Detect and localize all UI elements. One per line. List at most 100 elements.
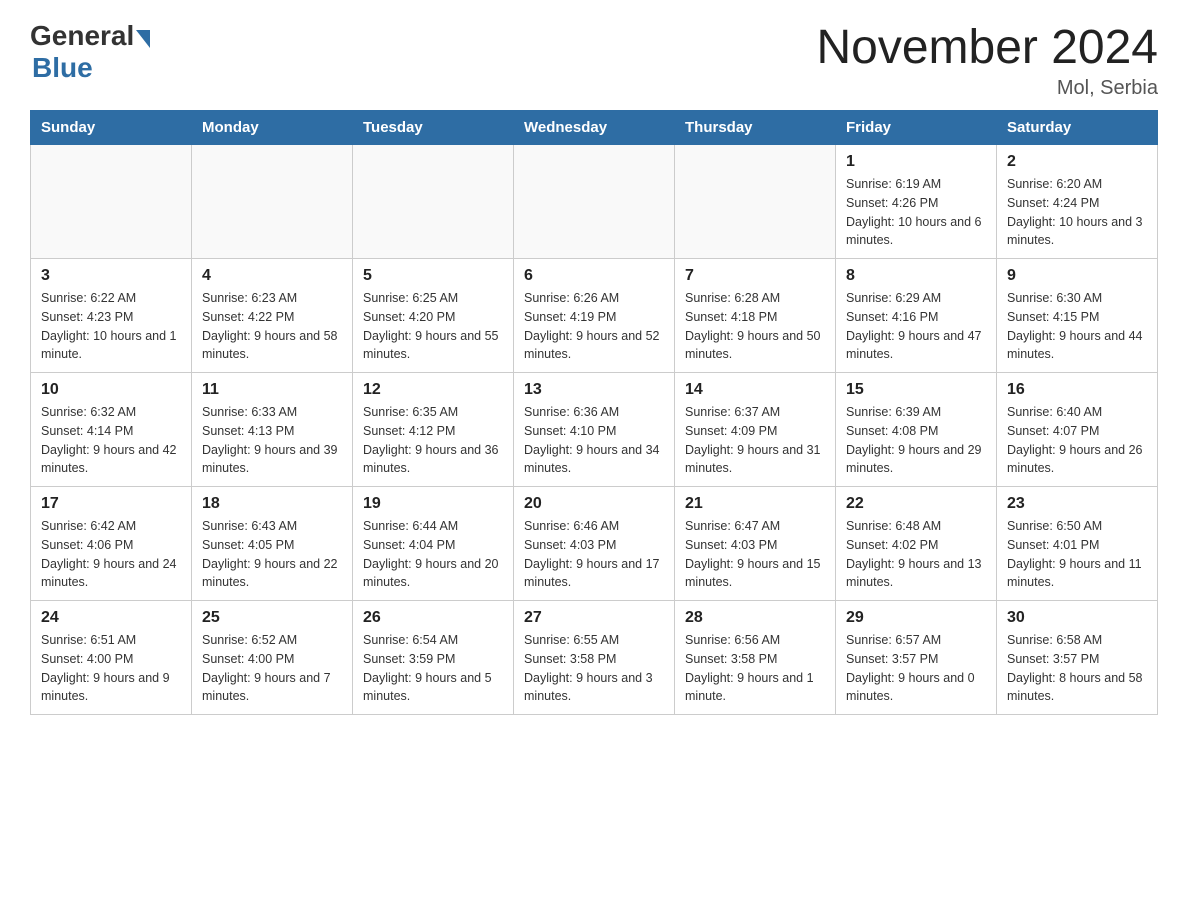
calendar-cell: 21 Sunrise: 6:47 AM Sunset: 4:03 PM Dayli…: [675, 487, 836, 601]
day-number: 15: [846, 381, 986, 399]
calendar-cell: 6 Sunrise: 6:26 AM Sunset: 4:19 PM Daylig…: [514, 259, 675, 373]
day-info: Sunrise: 6:36 AM Sunset: 4:10 PM Dayligh…: [524, 403, 664, 478]
calendar-cell: 19Sunrise: 6:44 AM Sunset: 4:04 PM Dayli…: [353, 487, 514, 601]
day-number: 26: [363, 609, 503, 627]
location-title: Mol, Serbia: [816, 77, 1158, 100]
day-info: Sunrise: 6:26 AM Sunset: 4:19 PM Dayligh…: [524, 289, 664, 364]
day-info: Sunrise: 6:46 AM Sunset: 4:03 PM Dayligh…: [524, 517, 664, 592]
day-number: 16: [1007, 381, 1147, 399]
weekday-header-sunday: Sunday: [31, 111, 192, 145]
day-number: 18: [202, 495, 342, 513]
day-number: 12: [363, 381, 503, 399]
calendar-cell: 29 Sunrise: 6:57 AM Sunset: 3:57 PM Dayli…: [836, 601, 997, 715]
day-info: Sunrise: 6:39 AM Sunset: 4:08 PM Dayligh…: [846, 403, 986, 478]
day-info: Sunrise: 6:19 AM Sunset: 4:26 PM Dayligh…: [846, 175, 986, 250]
day-number: 30: [1007, 609, 1147, 627]
page-header: General Blue November 2024 Mol, Serbia: [30, 20, 1158, 100]
day-number: 25: [202, 609, 342, 627]
weekday-header-monday: Monday: [192, 111, 353, 145]
month-title: November 2024: [816, 20, 1158, 75]
calendar-week-3: 10Sunrise: 6:32 AM Sunset: 4:14 PM Dayli…: [31, 373, 1158, 487]
calendar-cell: 11 Sunrise: 6:33 AM Sunset: 4:13 PM Dayli…: [192, 373, 353, 487]
title-block: November 2024 Mol, Serbia: [816, 20, 1158, 100]
calendar-cell: 20 Sunrise: 6:46 AM Sunset: 4:03 PM Dayli…: [514, 487, 675, 601]
calendar-table: SundayMondayTuesdayWednesdayThursdayFrid…: [30, 110, 1158, 715]
day-info: Sunrise: 6:50 AM Sunset: 4:01 PM Dayligh…: [1007, 517, 1147, 592]
day-number: 28: [685, 609, 825, 627]
day-number: 23: [1007, 495, 1147, 513]
day-number: 20: [524, 495, 664, 513]
day-info: Sunrise: 6:23 AM Sunset: 4:22 PM Dayligh…: [202, 289, 342, 364]
calendar-cell: 5Sunrise: 6:25 AM Sunset: 4:20 PM Daylig…: [353, 259, 514, 373]
calendar-cell: [353, 145, 514, 259]
logo-arrow-icon: [136, 30, 150, 48]
day-number: 21: [685, 495, 825, 513]
calendar-cell: 1 Sunrise: 6:19 AM Sunset: 4:26 PM Daylig…: [836, 145, 997, 259]
day-number: 6: [524, 267, 664, 285]
day-info: Sunrise: 6:54 AM Sunset: 3:59 PM Dayligh…: [363, 631, 503, 706]
day-number: 8: [846, 267, 986, 285]
calendar-cell: 4 Sunrise: 6:23 AM Sunset: 4:22 PM Daylig…: [192, 259, 353, 373]
calendar-cell: [31, 145, 192, 259]
calendar-cell: 28 Sunrise: 6:56 AM Sunset: 3:58 PM Dayli…: [675, 601, 836, 715]
day-info: Sunrise: 6:40 AM Sunset: 4:07 PM Dayligh…: [1007, 403, 1147, 478]
day-info: Sunrise: 6:30 AM Sunset: 4:15 PM Dayligh…: [1007, 289, 1147, 364]
calendar-cell: [192, 145, 353, 259]
calendar-cell: 8 Sunrise: 6:29 AM Sunset: 4:16 PM Daylig…: [836, 259, 997, 373]
day-number: 22: [846, 495, 986, 513]
calendar-cell: 7Sunrise: 6:28 AM Sunset: 4:18 PM Daylig…: [675, 259, 836, 373]
day-number: 27: [524, 609, 664, 627]
calendar-cell: 27 Sunrise: 6:55 AM Sunset: 3:58 PM Dayli…: [514, 601, 675, 715]
calendar-cell: [675, 145, 836, 259]
day-info: Sunrise: 6:51 AM Sunset: 4:00 PM Dayligh…: [41, 631, 181, 706]
calendar-cell: 22Sunrise: 6:48 AM Sunset: 4:02 PM Dayli…: [836, 487, 997, 601]
calendar-week-2: 3Sunrise: 6:22 AM Sunset: 4:23 PM Daylig…: [31, 259, 1158, 373]
day-info: Sunrise: 6:20 AM Sunset: 4:24 PM Dayligh…: [1007, 175, 1147, 250]
day-number: 29: [846, 609, 986, 627]
weekday-header-thursday: Thursday: [675, 111, 836, 145]
calendar-cell: 30 Sunrise: 6:58 AM Sunset: 3:57 PM Dayli…: [997, 601, 1158, 715]
day-info: Sunrise: 6:29 AM Sunset: 4:16 PM Dayligh…: [846, 289, 986, 364]
calendar-cell: 26 Sunrise: 6:54 AM Sunset: 3:59 PM Dayli…: [353, 601, 514, 715]
day-info: Sunrise: 6:55 AM Sunset: 3:58 PM Dayligh…: [524, 631, 664, 706]
day-info: Sunrise: 6:25 AM Sunset: 4:20 PM Dayligh…: [363, 289, 503, 364]
day-info: Sunrise: 6:33 AM Sunset: 4:13 PM Dayligh…: [202, 403, 342, 478]
day-number: 2: [1007, 153, 1147, 171]
day-info: Sunrise: 6:47 AM Sunset: 4:03 PM Dayligh…: [685, 517, 825, 592]
calendar-cell: 24Sunrise: 6:51 AM Sunset: 4:00 PM Dayli…: [31, 601, 192, 715]
day-number: 4: [202, 267, 342, 285]
logo-blue-text: Blue: [32, 52, 93, 84]
day-number: 13: [524, 381, 664, 399]
calendar-cell: 15 Sunrise: 6:39 AM Sunset: 4:08 PM Dayli…: [836, 373, 997, 487]
calendar-cell: 14 Sunrise: 6:37 AM Sunset: 4:09 PM Dayli…: [675, 373, 836, 487]
day-info: Sunrise: 6:56 AM Sunset: 3:58 PM Dayligh…: [685, 631, 825, 706]
day-number: 14: [685, 381, 825, 399]
day-info: Sunrise: 6:57 AM Sunset: 3:57 PM Dayligh…: [846, 631, 986, 706]
calendar-cell: 2 Sunrise: 6:20 AM Sunset: 4:24 PM Daylig…: [997, 145, 1158, 259]
calendar-week-4: 17 Sunrise: 6:42 AM Sunset: 4:06 PM Dayli…: [31, 487, 1158, 601]
calendar-cell: 23 Sunrise: 6:50 AM Sunset: 4:01 PM Dayli…: [997, 487, 1158, 601]
day-number: 17: [41, 495, 181, 513]
day-info: Sunrise: 6:58 AM Sunset: 3:57 PM Dayligh…: [1007, 631, 1147, 706]
calendar-cell: 13 Sunrise: 6:36 AM Sunset: 4:10 PM Dayli…: [514, 373, 675, 487]
calendar-cell: 17 Sunrise: 6:42 AM Sunset: 4:06 PM Dayli…: [31, 487, 192, 601]
day-number: 10: [41, 381, 181, 399]
day-info: Sunrise: 6:42 AM Sunset: 4:06 PM Dayligh…: [41, 517, 181, 592]
day-number: 9: [1007, 267, 1147, 285]
day-info: Sunrise: 6:35 AM Sunset: 4:12 PM Dayligh…: [363, 403, 503, 478]
day-number: 11: [202, 381, 342, 399]
calendar-cell: 12 Sunrise: 6:35 AM Sunset: 4:12 PM Dayli…: [353, 373, 514, 487]
day-number: 1: [846, 153, 986, 171]
day-info: Sunrise: 6:37 AM Sunset: 4:09 PM Dayligh…: [685, 403, 825, 478]
calendar-header-row: SundayMondayTuesdayWednesdayThursdayFrid…: [31, 111, 1158, 145]
day-info: Sunrise: 6:43 AM Sunset: 4:05 PM Dayligh…: [202, 517, 342, 592]
calendar-cell: 9 Sunrise: 6:30 AM Sunset: 4:15 PM Daylig…: [997, 259, 1158, 373]
calendar-cell: [514, 145, 675, 259]
calendar-cell: 16 Sunrise: 6:40 AM Sunset: 4:07 PM Dayli…: [997, 373, 1158, 487]
day-info: Sunrise: 6:44 AM Sunset: 4:04 PM Dayligh…: [363, 517, 503, 592]
weekday-header-friday: Friday: [836, 111, 997, 145]
logo-general-text: General: [30, 20, 134, 52]
calendar-cell: 3Sunrise: 6:22 AM Sunset: 4:23 PM Daylig…: [31, 259, 192, 373]
weekday-header-wednesday: Wednesday: [514, 111, 675, 145]
calendar-cell: 25Sunrise: 6:52 AM Sunset: 4:00 PM Dayli…: [192, 601, 353, 715]
